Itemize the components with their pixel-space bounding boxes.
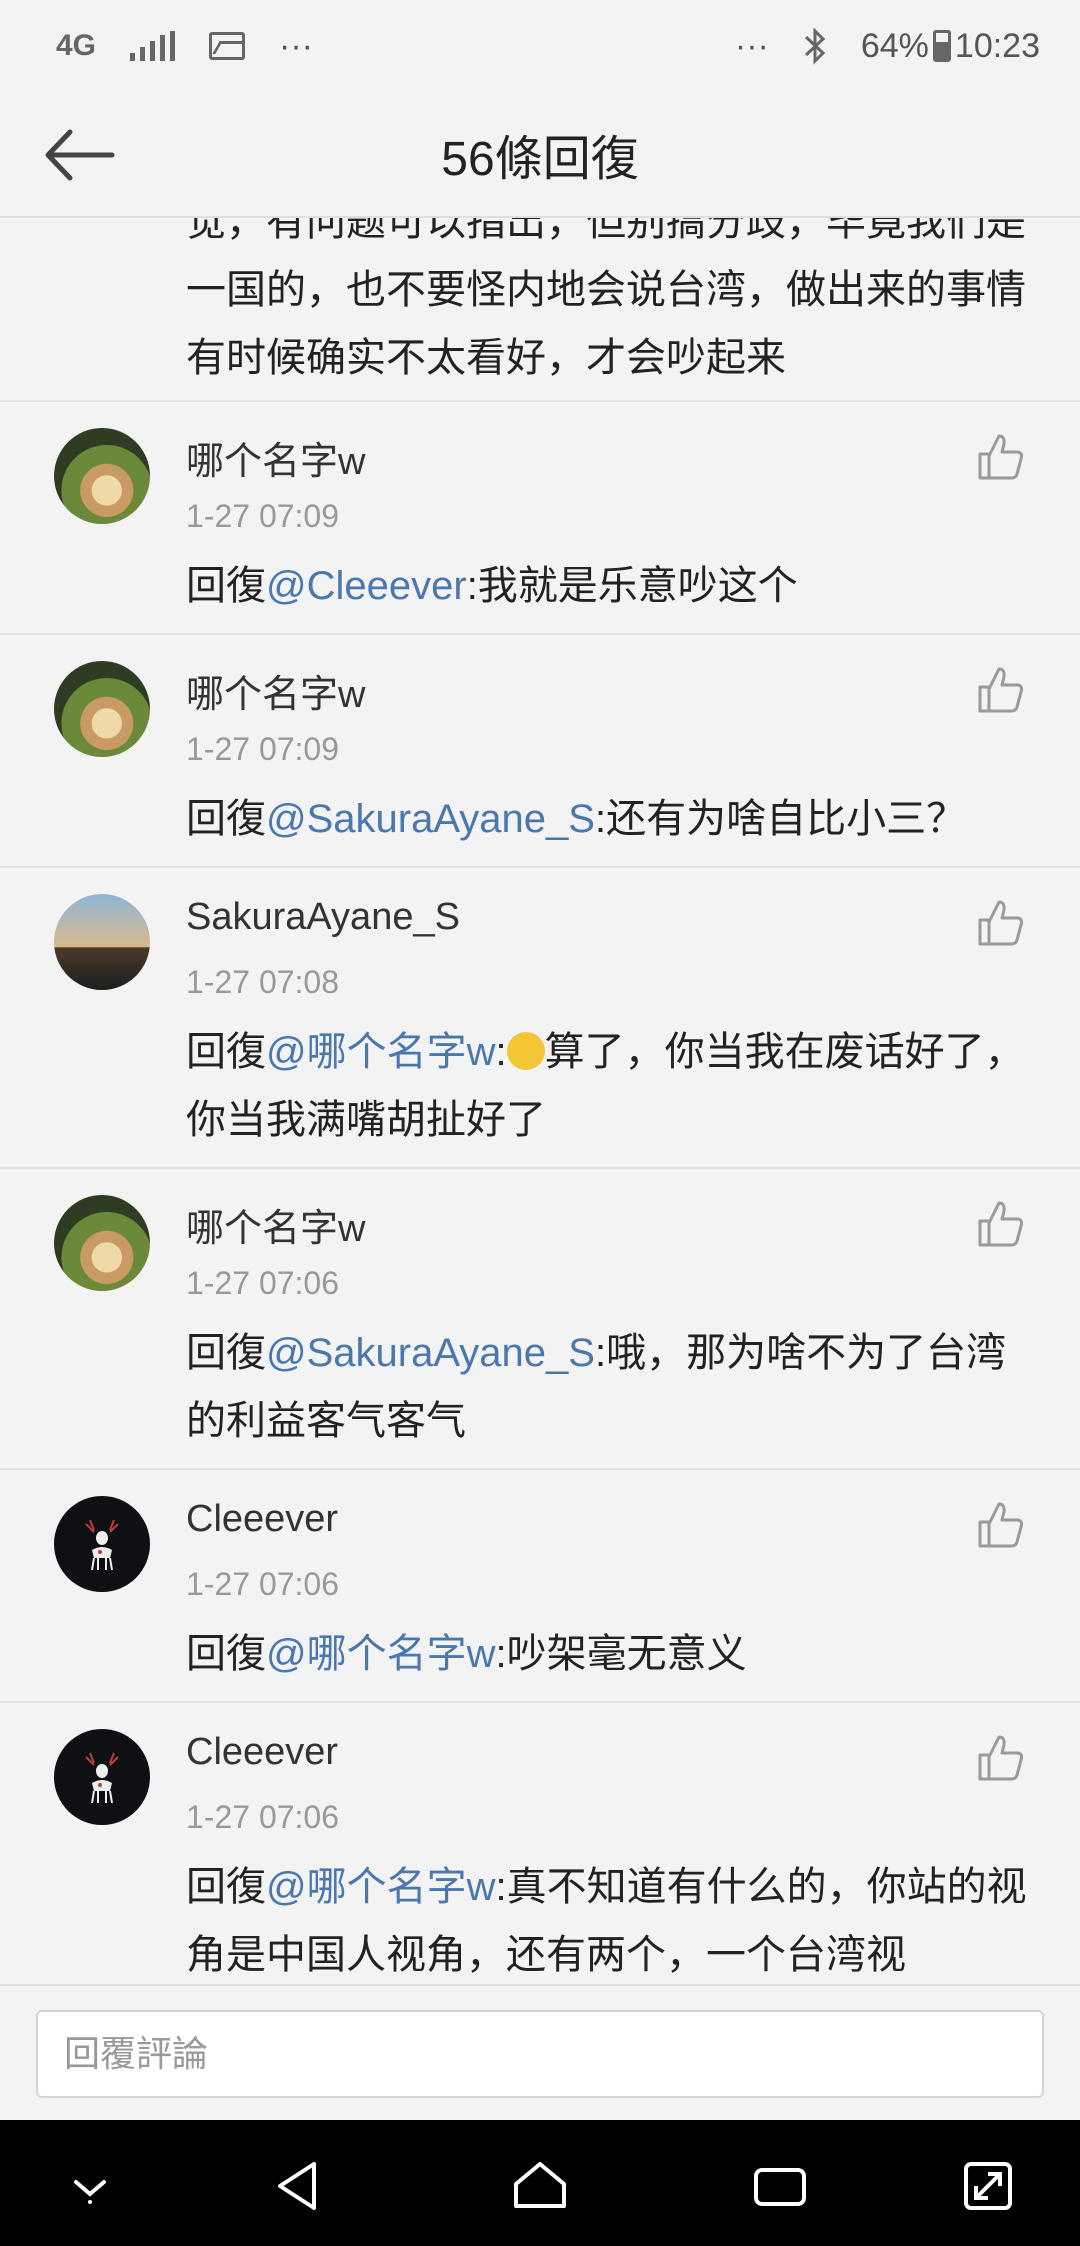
- comment-item[interactable]: Cleeever 1-27 07:06 回復@哪个名字w:真不知道有什么的，你站…: [0, 1703, 1080, 1984]
- comment-username[interactable]: 哪个名字w: [186, 1197, 365, 1252]
- home-icon[interactable]: [512, 2158, 568, 2214]
- comment-text: :还有为啥自比小三？: [594, 797, 967, 841]
- reply-prefix: 回復: [186, 1331, 266, 1375]
- expand-icon[interactable]: [960, 2158, 1016, 2214]
- avatar[interactable]: [54, 1496, 150, 1592]
- avatar[interactable]: [54, 1195, 150, 1291]
- smirk-emoji-icon: [506, 1032, 545, 1071]
- mention-link[interactable]: @SakuraAyane_S: [266, 797, 595, 841]
- comment-list[interactable]: 觉，有问题可以指出，但别搞分歧，毕竟我们是一国的，也不要怪内地会说台湾，做出来的…: [0, 218, 1080, 1984]
- comment-text: :吵架毫无意义: [495, 1632, 747, 1676]
- thumbs-up-icon[interactable]: [976, 1500, 1026, 1550]
- chevron-down-icon[interactable]: [62, 2158, 118, 2214]
- status-bar: 4G ··· ··· 64% 10:23: [0, 0, 1080, 92]
- comment-body: 回復@哪个名字w:吵架毫无意义: [186, 1620, 1040, 1688]
- thumbs-up-icon[interactable]: [976, 665, 1026, 715]
- partial-comment-text: 觉，有问题可以指出，但别搞分歧，毕竟我们是一国的，也不要怪内地会说台湾，做出来的…: [186, 218, 1026, 380]
- comment-username[interactable]: 哪个名字w: [186, 663, 365, 718]
- comment-text: :我就是乐意吵这个: [466, 564, 798, 608]
- partial-comment: 觉，有问题可以指出，但别搞分歧，毕竟我们是一国的，也不要怪内地会说台湾，做出来的…: [0, 218, 1080, 402]
- battery-percent: 64%: [860, 26, 929, 65]
- avatar[interactable]: [54, 894, 150, 990]
- more-status: ···: [734, 26, 769, 65]
- clock: 10:23: [954, 26, 1040, 65]
- comment-username[interactable]: Cleeever: [186, 1498, 338, 1541]
- comment-username[interactable]: Cleeever: [186, 1731, 338, 1774]
- battery-group: 64% 10:23: [861, 27, 1040, 66]
- bluetooth-icon: [804, 27, 825, 65]
- comment-body: 回復@SakuraAyane_S:还有为啥自比小三？: [186, 785, 1040, 853]
- image-notification-icon: [209, 32, 246, 60]
- reply-prefix: 回復: [186, 1030, 266, 1074]
- header: 56條回復: [0, 92, 1080, 218]
- mention-link[interactable]: @Cleeever: [266, 564, 467, 608]
- comment-body: 回復@SakuraAyane_S:哦，那为啥不为了台湾的利益客气客气: [186, 1319, 1040, 1455]
- comment-body: 回復@哪个名字w: 算了，你当我在废话好了，你当我满嘴胡扯好了: [186, 1030, 1025, 1142]
- comment-time: 1-27 07:06: [186, 1265, 340, 1301]
- reply-prefix: 回復: [186, 1865, 266, 1909]
- comment-time: 1-27 07:06: [186, 1566, 340, 1602]
- status-right: ··· 64% 10:23: [735, 27, 1040, 66]
- comment-username[interactable]: SakuraAyane_S: [186, 896, 460, 939]
- reply-input[interactable]: 回覆評論: [36, 2010, 1044, 2098]
- comment-body: 回復@哪个名字w:真不知道有什么的，你站的视角是中国人视角，还有两个，一个台湾视: [186, 1853, 1040, 1984]
- reply-prefix: 回復: [186, 797, 266, 841]
- mention-link[interactable]: @SakuraAyane_S: [266, 1331, 595, 1375]
- mention-link[interactable]: @哪个名字w: [266, 1030, 496, 1074]
- thumbs-up-icon[interactable]: [976, 898, 1026, 948]
- avatar[interactable]: [54, 428, 150, 524]
- comment-time: 1-27 07:09: [186, 731, 340, 767]
- mention-link[interactable]: @哪个名字w: [266, 1632, 496, 1676]
- thumbs-up-icon[interactable]: [976, 1733, 1026, 1783]
- page-title: 56條回復: [441, 133, 639, 186]
- reply-prefix: 回復: [186, 564, 266, 608]
- comment-item[interactable]: SakuraAyane_S 1-27 07:08 回復@哪个名字w: 算了，你当我…: [0, 868, 1080, 1169]
- status-left: 4G ···: [56, 27, 313, 66]
- comment-item[interactable]: 哪个名字w 1-27 07:06 回復@SakuraAyane_S:哦，那为啥不…: [0, 1169, 1080, 1470]
- more-notifications: ···: [279, 26, 313, 65]
- network-type: 4G: [56, 29, 97, 62]
- comment-time: 1-27 07:08: [186, 964, 340, 1000]
- signal-icon: [130, 31, 176, 61]
- deer-icon: [85, 1752, 119, 1804]
- thumbs-up-icon[interactable]: [976, 1199, 1026, 1249]
- thumbs-up-icon[interactable]: [976, 432, 1026, 482]
- back-icon[interactable]: [270, 2158, 326, 2214]
- battery-icon: [932, 30, 951, 62]
- comment-item[interactable]: Cleeever 1-27 07:06 回復@哪个名字w:吵架毫无意义: [0, 1470, 1080, 1703]
- comment-item[interactable]: 哪个名字w 1-27 07:09 回復@Cleeever:我就是乐意吵这个: [0, 402, 1080, 635]
- comment-time: 1-27 07:09: [186, 498, 340, 534]
- recent-apps-icon[interactable]: [752, 2158, 808, 2214]
- avatar[interactable]: [54, 661, 150, 757]
- comment-item[interactable]: 哪个名字w 1-27 07:09 回復@SakuraAyane_S:还有为啥自比…: [0, 635, 1080, 868]
- back-arrow-icon[interactable]: [40, 120, 120, 190]
- deer-icon: [85, 1519, 119, 1571]
- reply-prefix: 回復: [186, 1632, 266, 1676]
- comment-time: 1-27 07:06: [186, 1799, 340, 1835]
- avatar[interactable]: [54, 1729, 150, 1825]
- comment-body: 回復@Cleeever:我就是乐意吵这个: [186, 552, 1040, 620]
- comment-username[interactable]: 哪个名字w: [186, 430, 365, 485]
- navigation-bar: [0, 2120, 1080, 2246]
- reply-bar: 回覆評論: [0, 1984, 1080, 2120]
- mention-link[interactable]: @哪个名字w: [266, 1865, 496, 1909]
